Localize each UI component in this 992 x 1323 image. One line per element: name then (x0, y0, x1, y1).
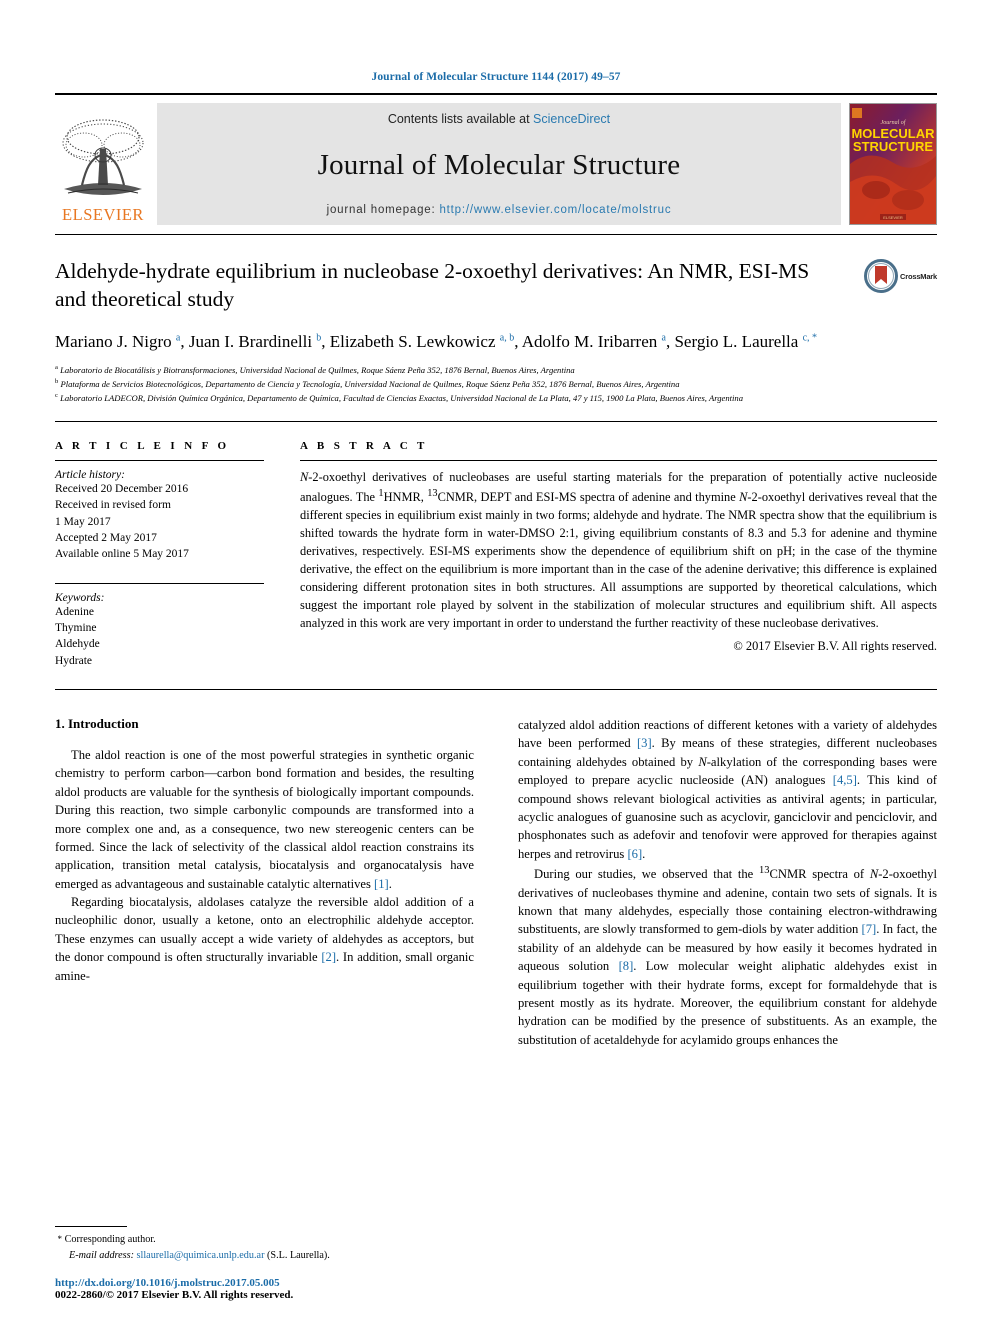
abstract-heading: A B S T R A C T (300, 440, 428, 453)
doi-link[interactable]: http://dx.doi.org/10.1016/j.molstruc.201… (55, 1277, 475, 1289)
journal-homepage-line: journal homepage: http://www.elsevier.co… (327, 204, 672, 216)
page-title: Aldehyde-hydrate equilibrium in nucleoba… (55, 259, 810, 312)
svg-text:STRUCTURE: STRUCTURE (853, 139, 933, 154)
paragraph: Regarding biocatalysis, aldolases cataly… (55, 895, 474, 983)
abstract-copyright: © 2017 Elsevier B.V. All rights reserved… (733, 639, 937, 654)
corresponding-author-label: Corresponding author. (64, 1234, 156, 1246)
affiliation-marker: c (55, 392, 58, 400)
running-head: Journal of Molecular Structure 1144 (201… (371, 71, 621, 83)
email-link[interactable]: sllaurella@quimica.unlp.edu.ar (137, 1250, 265, 1261)
author-list: Mariano J. Nigro a, Juan I. Brardinelli … (55, 331, 818, 351)
article-history-title: Article history: (55, 469, 125, 482)
keyword-item: Thymine (55, 622, 97, 635)
journal-title: Journal of Molecular Structure (317, 148, 681, 181)
body-top-rule (55, 689, 937, 691)
body-column-left: 1. Introduction The aldol reaction is on… (55, 716, 474, 1049)
svg-text:Journal of: Journal of (881, 119, 907, 126)
keyword-item: Hydrate (55, 654, 93, 667)
page-footnote: * Corresponding author. E-mail address: … (55, 1226, 475, 1301)
contents-prefix: Contents lists available at (387, 112, 534, 126)
corresponding-author-line: * Corresponding author. (55, 1232, 475, 1247)
paragraph: During our studies, we observed that the… (518, 865, 937, 1047)
journal-cover-thumbnail: Journal of MOLECULAR STRUCTURE ELSEVIER (849, 103, 937, 225)
abstract-column: A B S T R A C T N-2-oxoethyl derivatives… (300, 440, 937, 669)
body-columns: 1. Introduction The aldol reaction is on… (55, 716, 937, 1049)
article-info-heading: A R T I C L E I N F O (55, 440, 230, 453)
homepage-prefix: journal homepage: (326, 204, 440, 216)
article-info-column: A R T I C L E I N F O Article history: R… (55, 440, 300, 669)
header-rule (55, 93, 937, 95)
affiliation-marker: b (55, 378, 59, 386)
crossmark-badge[interactable]: CrossMark (845, 257, 937, 314)
homepage-link[interactable]: http://www.elsevier.com/locate/molstruc (439, 204, 671, 216)
keyword-item: Aldehyde (55, 638, 100, 651)
email-owner: (S.L. Laurella). (267, 1249, 330, 1261)
crossmark-icon (864, 259, 899, 293)
abstract-rule (300, 460, 937, 462)
affiliation-item: c Laboratorio LADECOR, División Química … (55, 391, 937, 405)
article-page: Journal of Molecular Structure 1144 (201… (0, 0, 992, 1323)
affiliation-marker: a (55, 364, 58, 372)
corresponding-author-marker: * (57, 1234, 63, 1245)
affiliation-text: Laboratorio LADECOR, División Química Or… (60, 393, 743, 404)
affiliation-text: Laboratorio de Biocatálisis y Biotransfo… (60, 365, 575, 376)
keywords-rule (55, 582, 264, 584)
elsevier-wordmark: ELSEVIER (62, 204, 144, 224)
footnote-rule (55, 1226, 127, 1228)
sciencedirect-link[interactable]: ScienceDirect (533, 112, 610, 126)
crossmark-label: CrossMark (900, 271, 937, 281)
paragraph: The aldol reaction is one of the most po… (55, 748, 474, 891)
issn-copyright-line: 0022-2860/© 2017 Elsevier B.V. All right… (55, 1289, 294, 1301)
elsevier-tree-icon (62, 118, 144, 195)
article-info-rule (55, 460, 264, 462)
article-history-item: Received in revised form (55, 499, 171, 512)
email-line: E-mail address: sllaurella@quimica.unlp.… (55, 1248, 475, 1263)
section-heading-introduction: 1. Introduction (55, 716, 139, 732)
article-history-item: Accepted 2 May 2017 (55, 532, 157, 545)
journal-band: Contents lists available at ScienceDirec… (157, 103, 841, 225)
paragraph: catalyzed aldol addition reactions of di… (518, 718, 938, 861)
masthead-bottom-rule (55, 234, 937, 235)
contents-available-line: Contents lists available at ScienceDirec… (388, 112, 610, 126)
affiliation-list: a Laboratorio de Biocatálisis y Biotrans… (55, 363, 937, 405)
body-column-right: catalyzed aldol addition reactions of di… (518, 716, 937, 1049)
elsevier-logo: ELSEVIER (55, 103, 151, 225)
article-history-item: 1 May 2017 (55, 515, 111, 528)
keywords-block: Keywords: Adenine Thymine Aldehyde Hydra… (55, 582, 264, 669)
cover-artwork-icon: Journal of MOLECULAR STRUCTURE ELSEVIER (850, 104, 936, 224)
info-abstract-section: A R T I C L E I N F O Article history: R… (55, 440, 937, 669)
article-history-item: Available online 5 May 2017 (55, 548, 189, 561)
title-block: Aldehyde-hydrate equilibrium in nucleoba… (55, 257, 937, 314)
keyword-item: Adenine (55, 605, 94, 618)
svg-text:ELSEVIER: ELSEVIER (883, 215, 903, 220)
article-history-item: Received 20 December 2016 (55, 483, 189, 496)
affiliation-item: b Plataforma de Servicios Biotecnológico… (55, 377, 937, 391)
abstract-text: N-2-oxoethyl derivatives of nucleobases … (300, 470, 937, 631)
info-top-rule (55, 421, 937, 423)
journal-masthead: ELSEVIER Contents lists available at Sci… (55, 103, 937, 225)
email-label: E-mail address: (69, 1249, 134, 1261)
affiliation-item: a Laboratorio de Biocatálisis y Biotrans… (55, 363, 937, 377)
keywords-title: Keywords: (55, 591, 105, 604)
affiliation-text: Plataforma de Servicios Biotecnológicos,… (60, 379, 680, 390)
